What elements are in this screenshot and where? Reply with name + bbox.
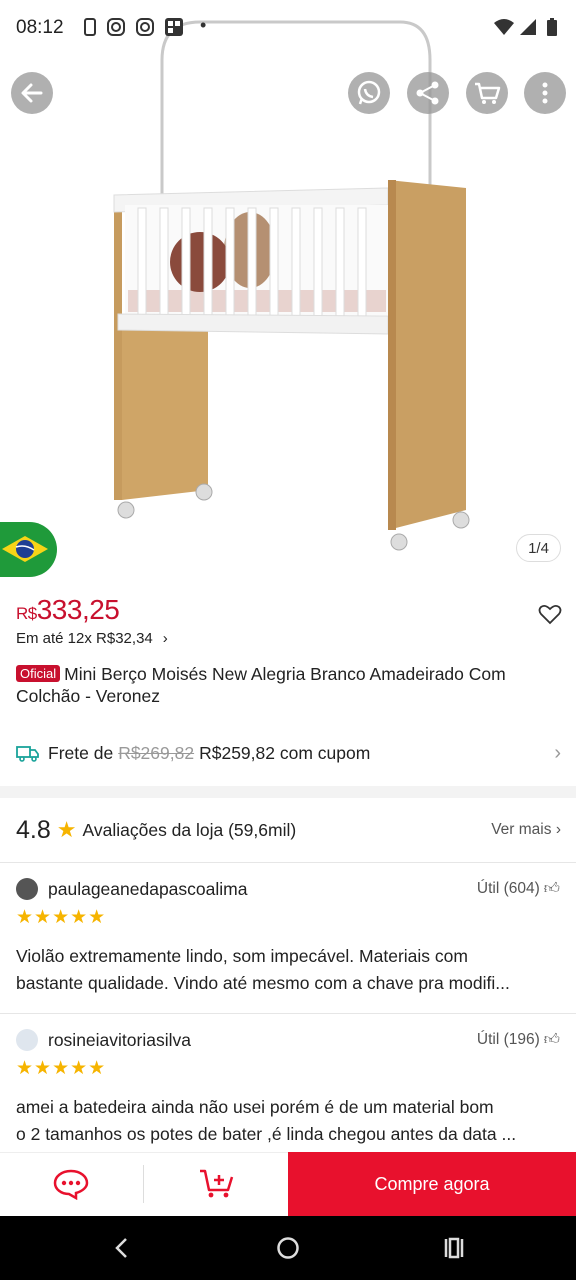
currency-symbol: R$ [16,604,37,623]
review-username: rosineiavitoriasilva [48,1029,191,1050]
helpful-button[interactable]: Útil (604) 👍︎ [477,880,560,898]
review-text-line: bastante qualidade. Vindo até mesmo com … [16,973,510,993]
store-rating-row[interactable]: 4.8 ★ Avaliações da loja (59,6mil) Ver m… [16,814,561,846]
installments-text: Em até 12x R$32,34 [16,630,153,647]
share-icon [416,81,439,105]
more-options-button[interactable] [524,72,566,114]
review-username: paulageanedapascoalima [48,878,248,899]
review-user: paulageanedapascoalima [16,878,247,900]
shipping-old-price: R$269,82 [118,742,195,763]
review-text-line: amei a batedeira ainda não usei porém é … [16,1097,494,1117]
back-button[interactable] [11,72,53,114]
cart-icon [475,82,501,104]
section-divider [0,786,576,798]
phone-icon [84,18,96,36]
status-bar: 08:12 • [0,0,576,56]
chat-icon [53,1169,89,1201]
nav-recents-icon[interactable] [442,1236,466,1260]
add-to-cart-button[interactable] [198,1168,238,1200]
divider [0,862,576,863]
product-title: Oficial Mini Berço Moisés New Alegria Bra… [16,663,561,707]
review-text-line: Violão extremamente lindo, som impecável… [16,946,468,966]
thumbs-up-icon: 👍︎ [543,880,560,897]
brazil-flag-icon[interactable] [0,522,57,577]
store-rating-label: Avaliações da loja (59,6mil) [82,819,297,840]
instagram-icon [107,18,125,36]
rating-score: 4.8 [16,815,51,844]
shipping-label: Frete de [48,742,114,763]
signal-icon [520,19,536,35]
shipping-row[interactable]: Frete de R$269,82 R$259,82 com cupom › [16,741,561,765]
whatsapp-icon [357,80,381,105]
shipping-new-price: R$259,82 com cupom [199,742,371,763]
buy-now-button[interactable]: Compre agora [288,1152,576,1216]
helpful-button[interactable]: Útil (196) 👍︎ [477,1031,560,1049]
product-title-text: Mini Berço Moisés New Alegria Branco Ama… [16,664,506,706]
star-icon: ★ [56,817,77,842]
review-text-line: o 2 tamanhos os potes de bater ,é linda … [16,1124,517,1144]
chat-button[interactable] [52,1168,92,1201]
arrow-left-icon [21,83,43,103]
product-price: R$333,25 [16,594,120,626]
review-user: rosineiavitoriasilva [16,1029,191,1051]
more-vertical-icon [542,82,548,104]
helpful-count: Útil (196) [476,1031,540,1048]
see-more-link[interactable]: Ver mais › [491,821,561,839]
cart-button[interactable] [466,72,508,114]
truck-icon [16,746,39,762]
nav-home-icon[interactable] [276,1236,300,1260]
wifi-icon [494,19,514,35]
avatar [16,1029,38,1051]
thumbs-up-icon: 👍︎ [543,1031,560,1048]
favorite-heart-icon[interactable] [538,603,562,625]
installments-link[interactable]: Em até 12x R$32,34 › [16,630,168,647]
divider [0,1013,576,1014]
add-to-cart-icon [200,1169,234,1198]
notification-dot-icon: • [200,15,207,35]
image-counter: 1/4 [516,534,561,562]
whatsapp-button[interactable] [348,72,390,114]
avatar [16,878,38,900]
chevron-right-icon: › [162,630,168,647]
share-button[interactable] [407,72,449,114]
status-time: 08:12 [16,17,64,38]
chevron-right-icon: › [554,741,561,764]
instagram-icon [136,18,154,36]
brazil-flag-graphic [2,536,48,562]
review-stars: ★★★★★ [16,1058,107,1079]
helpful-count: Útil (604) [476,880,540,897]
review-stars: ★★★★★ [16,907,107,928]
nav-back-icon[interactable] [112,1236,132,1260]
divider [143,1165,144,1203]
chevron-right-icon: › [555,821,561,838]
battery-icon [547,18,557,36]
price-value: 333,25 [36,594,120,625]
system-nav-bar [0,1216,576,1280]
see-more-text: Ver mais [491,821,552,838]
official-badge: Oficial [16,665,61,682]
qr-icon [165,18,183,36]
